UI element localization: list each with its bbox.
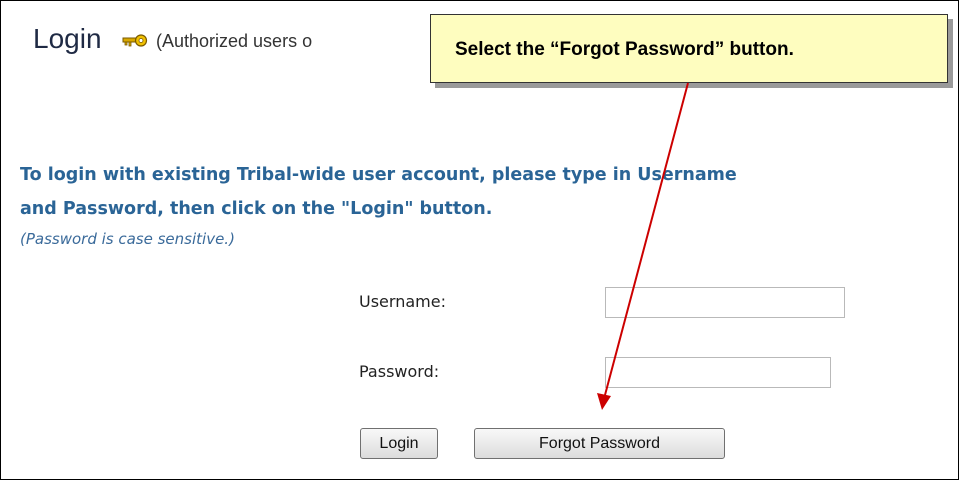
case-sensitive-note: (Password is case sensitive.) — [20, 230, 235, 248]
login-button[interactable]: Login — [360, 428, 438, 459]
instructions-line-2: and Password, then click on the "Login" … — [20, 199, 493, 219]
username-input[interactable] — [605, 287, 845, 318]
authorized-users-note: (Authorized users o — [156, 31, 313, 51]
tutorial-frame: Login (Authorized users o Select the “Fo… — [0, 0, 959, 480]
login-instructions: To login with existing Tribal-wide user … — [20, 158, 737, 226]
instruction-callout: Select the “Forgot Password” button. — [430, 14, 948, 83]
password-label: Password: — [359, 362, 440, 381]
forgot-password-button[interactable]: Forgot Password — [474, 428, 725, 459]
page-title: Login — [33, 23, 102, 54]
username-label: Username: — [359, 292, 446, 311]
instructions-line-1: To login with existing Tribal-wide user … — [20, 165, 737, 185]
password-input[interactable] — [605, 357, 831, 388]
callout-text: Select the “Forgot Password” button. — [455, 39, 794, 60]
key-icon — [122, 34, 148, 47]
